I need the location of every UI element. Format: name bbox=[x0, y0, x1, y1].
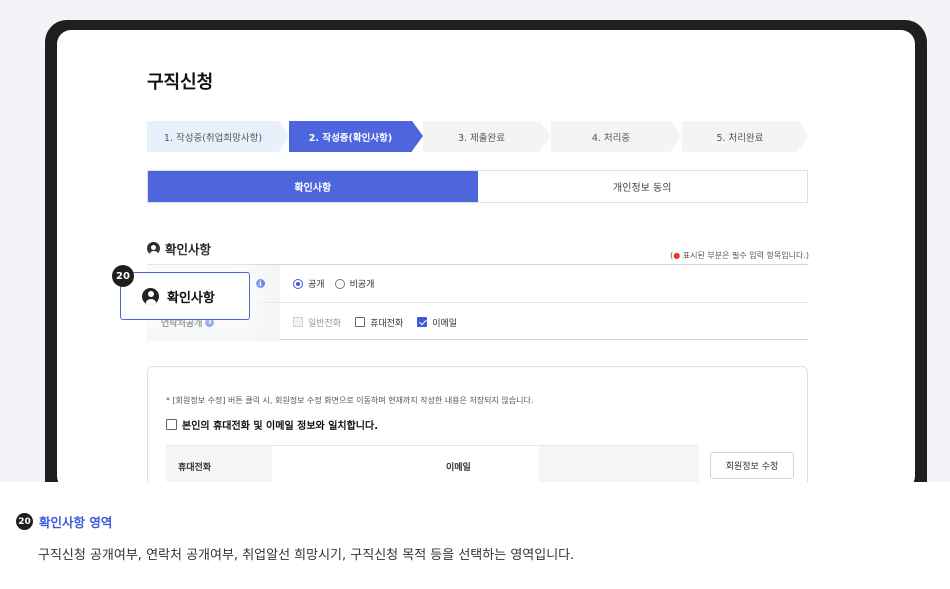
checkbox[interactable] bbox=[355, 317, 366, 327]
callout-number-badge: 20 bbox=[112, 265, 134, 287]
step-label: 2. 작성중(확인사항) bbox=[308, 132, 393, 144]
step-2-arrow bbox=[412, 121, 423, 151]
step-label: 4. 처리중 bbox=[591, 132, 631, 144]
user-icon bbox=[142, 287, 159, 305]
radio-private[interactable]: 비공개 bbox=[334, 277, 375, 290]
tab-bar: 확인사항 개인정보 동의 bbox=[147, 170, 808, 203]
step-1: 1. 작성중(취업희망사항) bbox=[147, 121, 279, 152]
notice-text: * [회원정보 수정] 버튼 클릭 시, 회원정보 수정 화면으로 이동하며 현… bbox=[166, 396, 534, 405]
step-2-notch bbox=[279, 121, 289, 151]
phone-label: 휴대전화 bbox=[178, 462, 212, 473]
step-label: 5. 처리완료 bbox=[716, 132, 764, 144]
step-label: 3. 제출완료 bbox=[457, 132, 506, 144]
email-value-cell bbox=[539, 446, 699, 482]
info-icon[interactable]: i bbox=[256, 279, 265, 288]
radio-public[interactable]: 공개 bbox=[293, 277, 325, 290]
email-label: 이메일 bbox=[446, 462, 471, 473]
checkbox[interactable] bbox=[417, 317, 428, 327]
step-4: 4. 처리중 bbox=[550, 121, 671, 152]
edit-member-info-button[interactable]: 회원정보 수정 bbox=[710, 452, 794, 479]
step-2: 2. 작성중(확인사항) bbox=[289, 121, 412, 152]
checkbox[interactable] bbox=[293, 317, 303, 327]
step-3-arrow bbox=[540, 121, 550, 151]
user-icon bbox=[147, 242, 160, 255]
tab-confirm[interactable]: 확인사항 bbox=[148, 171, 478, 202]
callout-box: 확인사항 bbox=[120, 272, 250, 320]
caption-heading: 20 확인사항 영역 bbox=[16, 512, 112, 531]
radio-button[interactable] bbox=[293, 278, 303, 289]
step-5: 5. 처리완료 bbox=[681, 121, 798, 152]
agree-checkbox[interactable] bbox=[166, 419, 177, 430]
progress-steps: 1. 작성중(취업희망사항) 2. 작성중(확인사항) 3. 제출완료 4. 처… bbox=[147, 121, 808, 152]
form-value-visibility: 공개 비공개 bbox=[280, 265, 808, 302]
preview-background: 구직신청 1. 작성중(취업희망사항) 2. 작성중(확인사항) 3. 제출완료… bbox=[0, 0, 950, 482]
agree-checkbox-row[interactable]: 본인의 휴대전화 및 이메일 정보와 일치합니다. bbox=[166, 417, 378, 432]
app-screen: 구직신청 1. 작성중(취업희망사항) 2. 작성중(확인사항) 3. 제출완료… bbox=[57, 30, 915, 482]
email-label-cell: 이메일 bbox=[446, 446, 539, 482]
contact-notice-box: * [회원정보 수정] 버튼 클릭 시, 회원정보 수정 화면으로 이동하며 현… bbox=[147, 366, 808, 482]
phone-label-cell: 휴대전화 bbox=[166, 446, 272, 482]
step-3: 3. 제출완료 bbox=[423, 121, 540, 152]
radio-button[interactable] bbox=[334, 278, 345, 289]
caption-title: 확인사항 영역 bbox=[39, 515, 113, 530]
section-heading: 확인사항 bbox=[147, 239, 211, 258]
required-note: (● 표시된 부분은 필수 입력 항목입니다.) bbox=[670, 250, 809, 261]
page-title: 구직신청 bbox=[147, 72, 214, 93]
caption-number-badge: 20 bbox=[16, 513, 33, 530]
callout-label: 확인사항 bbox=[167, 290, 215, 306]
checkbox-email[interactable]: 이메일 bbox=[417, 316, 457, 329]
checkbox-label: 일반전화 bbox=[308, 318, 342, 329]
step-4-arrow bbox=[671, 121, 681, 151]
agree-label: 본인의 휴대전화 및 이메일 정보와 일치합니다. bbox=[182, 421, 379, 432]
step-5-arrow bbox=[798, 121, 808, 151]
tab-privacy-consent[interactable]: 개인정보 동의 bbox=[477, 171, 807, 202]
form-value-contact: 일반전화 휴대전화 이메일 bbox=[280, 303, 808, 341]
checkbox-landline[interactable]: 일반전화 bbox=[293, 316, 341, 329]
required-text: 표시된 부분은 필수 입력 항목입니다.) bbox=[680, 251, 809, 260]
checkbox-label: 이메일 bbox=[432, 318, 458, 329]
step-label: 1. 작성중(취업희망사항) bbox=[163, 132, 263, 144]
checkbox-mobile[interactable]: 휴대전화 bbox=[355, 316, 403, 329]
caption-description: 구직신청 공개여부, 연락처 공개여부, 취업알선 희망시기, 구직신청 목적 … bbox=[38, 548, 575, 563]
checkbox-label: 휴대전화 bbox=[370, 318, 404, 329]
radio-label: 공개 bbox=[308, 280, 325, 290]
radio-label: 비공개 bbox=[349, 280, 375, 290]
section-title: 확인사항 bbox=[165, 242, 212, 257]
